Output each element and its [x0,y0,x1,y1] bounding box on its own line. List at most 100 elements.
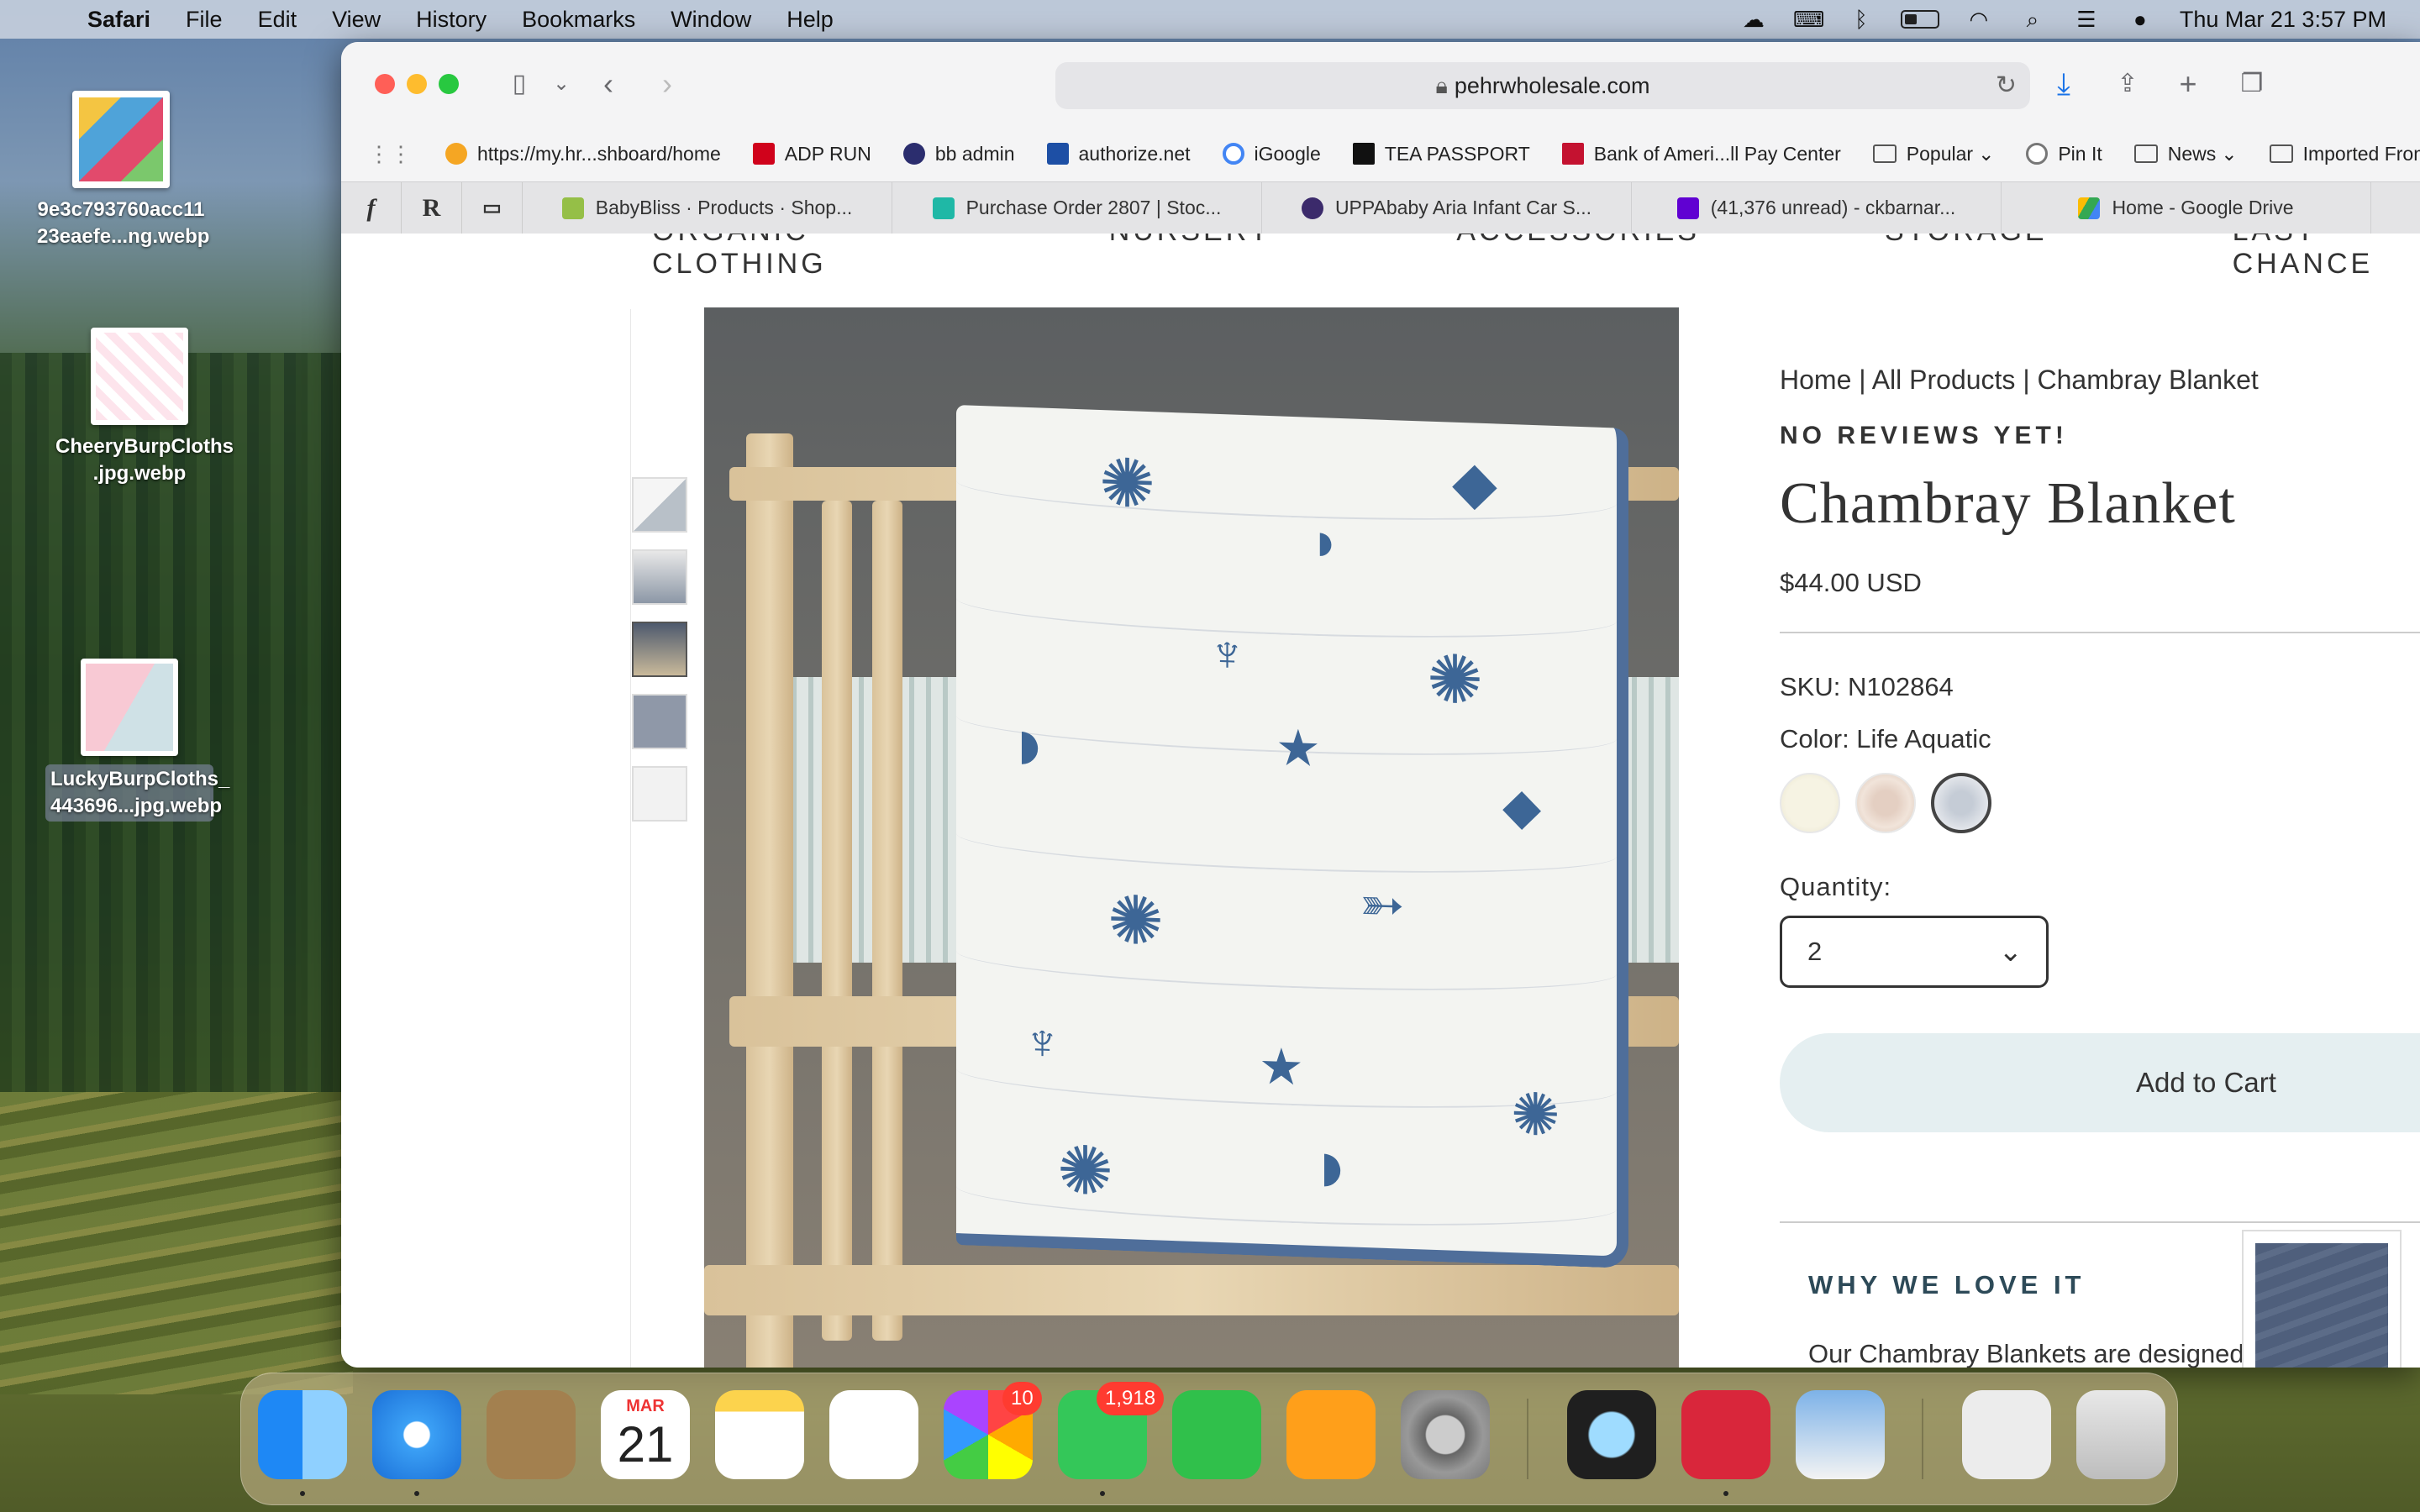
menu-view[interactable]: View [332,7,381,33]
sidebar-toggle-icon[interactable]: ▯ [501,66,538,102]
color-swatch-life-aquatic-selected[interactable] [1931,773,1991,833]
system-settings-icon[interactable] [1401,1390,1490,1479]
tab-google-drive[interactable]: Home - Google Drive [2002,182,2371,234]
divider [1780,632,2420,633]
spotlight-search-icon[interactable]: ⌕ [2018,8,2047,30]
color-swatch-stars[interactable] [1780,773,1840,833]
finder-icon[interactable] [258,1390,347,1479]
product-thumbnail[interactable] [632,766,687,822]
color-swatch-floral[interactable] [1855,773,1916,833]
tab-babybliss[interactable]: BabyBliss · Products · Shop... [523,182,892,234]
pinned-tab[interactable]: ▭ [462,182,523,234]
pinned-tab[interactable]: R [402,182,462,234]
trash-icon[interactable] [2076,1390,2165,1479]
favorites-folder-popular[interactable]: Popular ⌄ [1872,143,1994,165]
downloads-stack-icon[interactable] [1962,1390,2051,1479]
minimize-window-button[interactable] [407,74,427,94]
calendar-icon[interactable]: MAR 21 [601,1390,690,1479]
add-to-cart-button[interactable]: Add to Cart [1780,1033,2420,1132]
creative-cloud-icon[interactable]: ☁ [1739,8,1768,30]
favorites-folder-imported[interactable]: Imported From [2269,143,2420,165]
downloads-icon[interactable]: ⤓ [2045,66,2082,102]
chevron-down-icon[interactable]: ⌄ [543,66,580,102]
contacts-icon[interactable] [487,1390,576,1479]
nav-accessories[interactable]: ACCESSORIES [1456,234,1700,281]
nav-organic-clothing[interactable]: ORGANIC CLOTHING [652,234,924,281]
tab-uppababy[interactable]: UPPAbaby Aria Infant Car S... [1262,182,1632,234]
favorite-bb-admin[interactable]: bb admin [902,143,1015,165]
quicktime-icon[interactable] [1567,1390,1656,1479]
new-tab-plus-icon[interactable]: + [2170,66,2207,102]
share-icon[interactable]: ⇪ [2109,66,2146,102]
file-name: CheeryBurpCloths .jpg.webp [55,435,234,485]
floating-product-thumbnail[interactable] [2242,1230,2402,1368]
quantity-value: 2 [1807,937,1823,966]
nav-storage[interactable]: STORAGE [1885,234,2048,281]
menu-bookmarks[interactable]: Bookmarks [522,7,635,33]
favorite-adp-run[interactable]: ADP RUN [752,143,871,165]
preview-icon[interactable] [1796,1390,1885,1479]
battery-icon[interactable] [1900,10,1939,29]
notes-icon[interactable] [715,1390,804,1479]
breadcrumb[interactable]: Home | All Products | Chambray Blanket [1780,365,2259,396]
facetime-icon[interactable] [1172,1390,1261,1479]
nav-nursery[interactable]: NURSERY [1109,234,1272,281]
wifi-icon[interactable]: ◠ [1965,8,1993,30]
favorite-tea-passport[interactable]: TEA PASSPORT [1352,143,1530,165]
menu-help[interactable]: Help [786,7,834,33]
safari-icon[interactable] [372,1390,461,1479]
favorite-bank-of-america[interactable]: Bank of Ameri...ll Pay Center [1561,143,1841,165]
pages-icon[interactable] [1286,1390,1376,1479]
favorite-igoogle[interactable]: iGoogle [1222,143,1321,165]
thumbnail-image [2255,1243,2388,1368]
menu-file[interactable]: File [186,7,223,33]
favorite-pin-it[interactable]: Pin It [2026,143,2102,165]
product-thumbnail[interactable] [632,477,687,533]
running-indicator [300,1491,305,1496]
desktop-file-selected[interactable]: LuckyBurpCloths_ 443696...jpg.webp [45,659,229,822]
tab-purchase-order[interactable]: Purchase Order 2807 | Stoc... [892,182,1262,234]
tab-mail[interactable]: (41,376 unread) - ckbarnar... [1632,182,2002,234]
expressvpn-icon[interactable] [1681,1390,1770,1479]
nav-last-chance[interactable]: LAST CHANCE [2233,234,2420,281]
tab-overview-icon[interactable]: ❐ [2233,66,2270,102]
octopus-pattern-icon: ✺ [1427,641,1484,718]
chevron-down-icon: ⌄ [2221,142,2238,165]
forward-arrow-icon[interactable]: › [649,66,686,102]
pinned-tab[interactable]: f [341,182,402,234]
desktop-file[interactable]: CheeryBurpCloths .jpg.webp [55,328,234,487]
why-we-love-it-heading: WHY WE LOVE IT [1808,1270,2086,1299]
freeform-icon[interactable] [829,1390,918,1479]
reviews-status[interactable]: NO REVIEWS YET! [1780,422,2068,450]
favorite-hr-dashboard[interactable]: https://my.hr...shboard/home [445,143,721,165]
favorites-folder-news[interactable]: News ⌄ [2133,142,2238,165]
siri-icon[interactable]: ● [2126,8,2154,30]
address-bar[interactable]: 🔒︎ pehrwholesale.com ↻ [1055,62,2030,109]
quantity-select[interactable]: 2 ⌄ [1780,916,2049,988]
product-thumbnail[interactable] [632,694,687,749]
divider [630,309,631,1368]
quilt-line [956,1161,1617,1235]
product-main-image[interactable]: ✺ ◗ ◆ ♆ ✺ ◗ ★ ✺ ➳ ◆ ♆ ★ ✺ ◗ ✺ [704,307,1679,1368]
grid-icon[interactable]: ⋮⋮ [368,141,412,167]
clock[interactable]: Thu Mar 21 3:57 PM [2180,7,2386,33]
keyboard-icon[interactable]: ⌨ [1793,8,1825,30]
menu-window[interactable]: Window [671,7,751,33]
favorite-authorize-net[interactable]: authorize.net [1046,143,1191,165]
google-icon [1222,143,1244,165]
menu-history[interactable]: History [416,7,487,33]
close-window-button[interactable] [375,74,395,94]
chambray-blanket: ✺ ◗ ◆ ♆ ✺ ◗ ★ ✺ ➳ ◆ ♆ ★ ✺ ◗ ✺ [956,405,1628,1268]
crib-bottom-rail [704,1265,1679,1315]
menu-app-name[interactable]: Safari [87,7,150,33]
back-arrow-icon[interactable]: ‹ [590,66,627,102]
desktop-file[interactable]: 9e3c793760acc11 23eaefe...ng.webp [37,91,209,250]
zoom-window-button[interactable] [439,74,459,94]
bluetooth-icon[interactable]: ᛒ [1847,8,1876,30]
octopus-pattern-icon: ✺ [1107,882,1165,959]
product-thumbnail[interactable] [632,549,687,605]
reload-icon[interactable]: ↻ [1996,62,2017,109]
control-center-icon[interactable]: ☰ [2072,8,2101,30]
menu-edit[interactable]: Edit [258,7,297,33]
product-thumbnail-active[interactable] [632,622,687,677]
